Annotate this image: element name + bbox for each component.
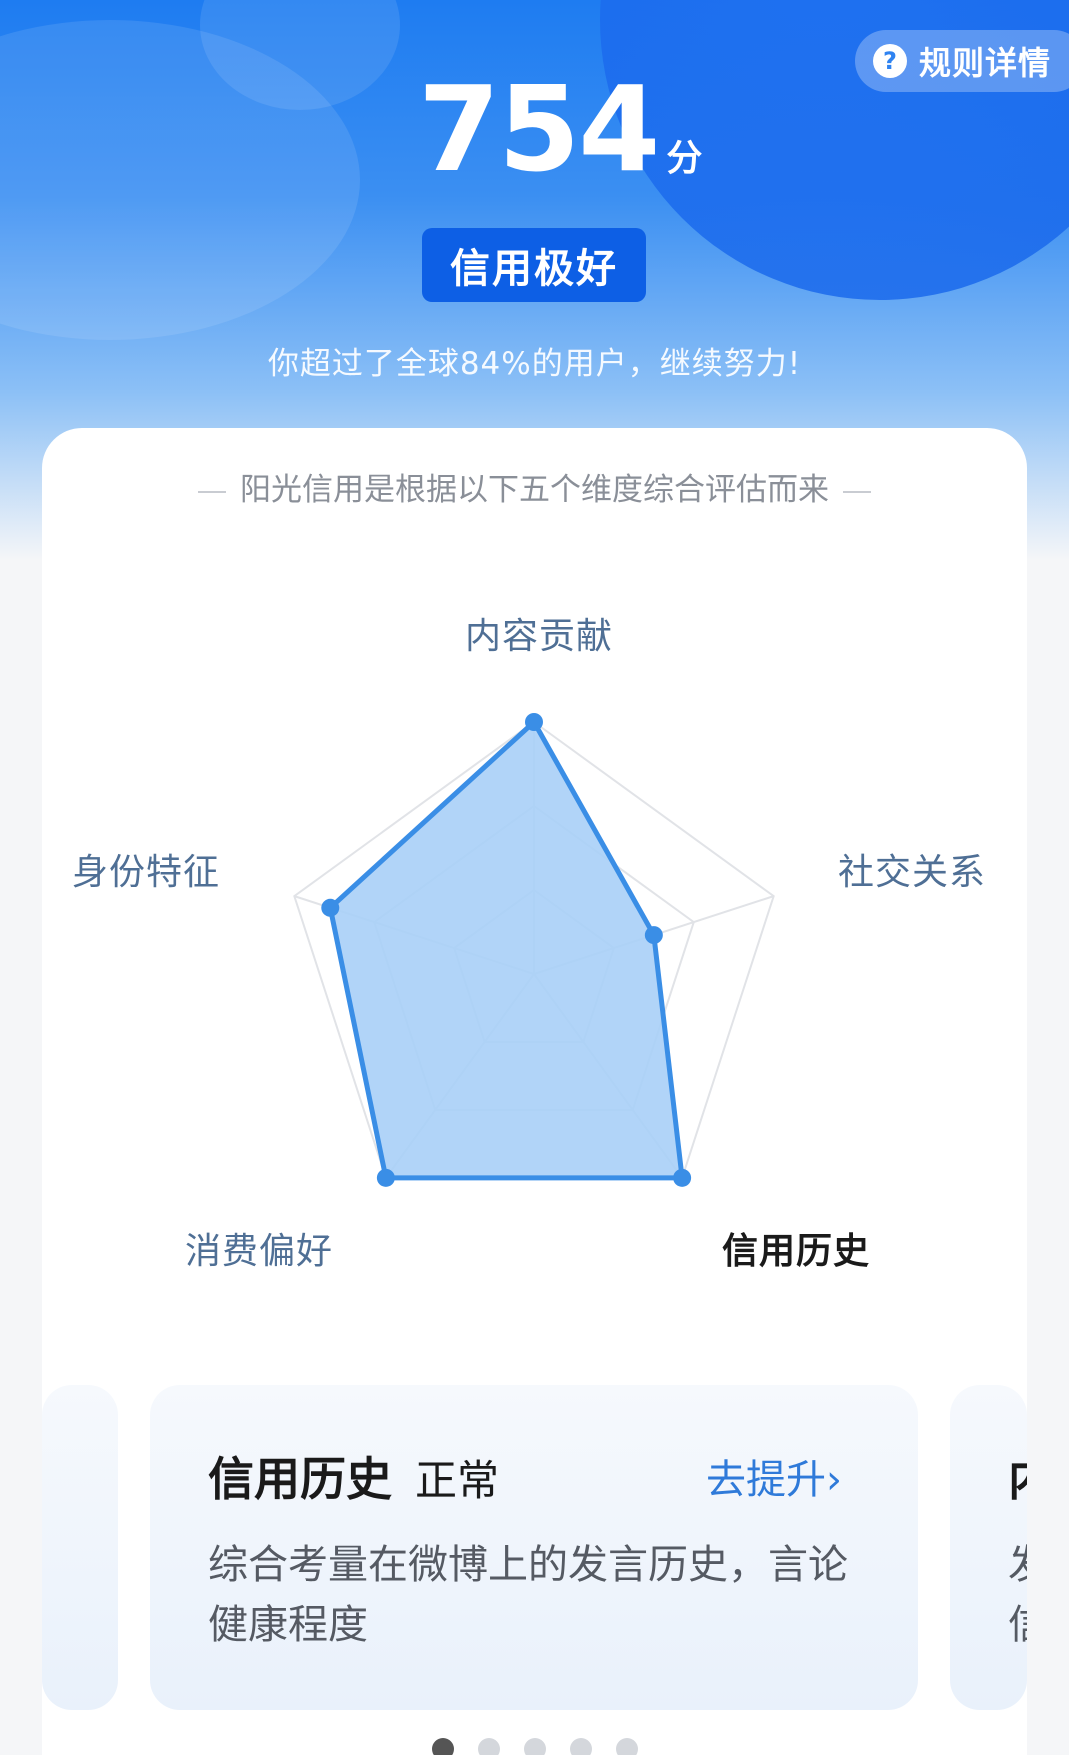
dimension-card[interactable]: 信用历史 正常 去提升› 综合考量在微博上的发言历史，言论健康程度 bbox=[150, 1385, 918, 1710]
dimension-card-next[interactable]: 内 发 信 bbox=[950, 1385, 1027, 1710]
improve-link[interactable]: 去提升› bbox=[706, 1447, 842, 1505]
improve-link-label: 去提升 bbox=[706, 1457, 826, 1503]
radar-axis-consumption-preference[interactable]: 消费偏好 bbox=[185, 1222, 333, 1274]
radar-point bbox=[644, 926, 663, 945]
next-card-desc-line: 信 bbox=[1008, 1595, 1027, 1655]
radar-point bbox=[321, 898, 340, 917]
next-card-desc-line: 发 bbox=[1008, 1535, 1027, 1595]
next-card-title: 内 bbox=[1008, 1443, 1027, 1509]
pagination-dot[interactable] bbox=[616, 1738, 638, 1755]
radar-point bbox=[376, 1168, 395, 1187]
radar-chart bbox=[293, 713, 775, 1187]
dimension-card-previous[interactable] bbox=[42, 1385, 118, 1710]
radar-axis-content-contribution[interactable]: 内容贡献 bbox=[465, 607, 613, 659]
radar-axis-identity-traits[interactable]: 身份特征 bbox=[72, 843, 220, 895]
pagination-dots bbox=[432, 1738, 638, 1755]
dimension-title: 信用历史 bbox=[208, 1452, 392, 1506]
radar-point bbox=[673, 1168, 692, 1187]
radar-axis-social-relations[interactable]: 社交关系 bbox=[838, 843, 986, 895]
pagination-dot[interactable] bbox=[524, 1738, 546, 1755]
next-card-description: 发 信 bbox=[1008, 1535, 1027, 1655]
pagination-dot[interactable] bbox=[478, 1738, 500, 1755]
chevron-right-icon: › bbox=[826, 1457, 842, 1503]
pagination-dot[interactable] bbox=[570, 1738, 592, 1755]
radar-axis-credit-history[interactable]: 信用历史 bbox=[722, 1222, 870, 1274]
dimension-status: 正常 bbox=[415, 1456, 500, 1505]
radar-point bbox=[525, 713, 543, 731]
dimension-description: 综合考量在微博上的发言历史，言论健康程度 bbox=[208, 1542, 848, 1648]
pagination-dot[interactable] bbox=[432, 1738, 454, 1755]
